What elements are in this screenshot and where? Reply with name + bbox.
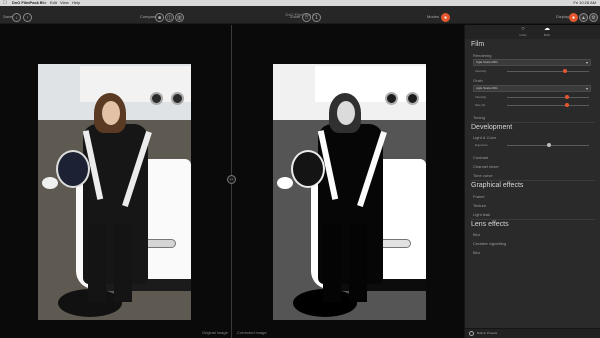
tone-curve-label[interactable]: Tone curve xyxy=(473,173,493,178)
light-leak-label[interactable]: Light leak xyxy=(473,212,490,217)
modes-label: Modes xyxy=(427,14,440,19)
save-icon: ↓ xyxy=(15,14,18,21)
chevron-down-icon: ▾ xyxy=(585,86,588,91)
histogram-icon: ▲ xyxy=(581,14,586,21)
original-image-label: Original image xyxy=(202,330,228,335)
tab-both[interactable]: ☁ Both xyxy=(537,26,557,37)
helmet xyxy=(56,150,90,188)
modes-icon: ● xyxy=(443,14,448,21)
single-view-icon: ■ xyxy=(157,14,162,21)
light-color-label[interactable]: Light & Color xyxy=(473,135,496,140)
corrected-photo xyxy=(273,64,426,320)
settings-button[interactable]: ⚙ xyxy=(589,13,598,22)
export-button[interactable]: ↑ xyxy=(23,13,32,22)
histogram-button[interactable]: ▲ xyxy=(579,13,588,22)
grain-intensity-slider[interactable]: Intensity xyxy=(473,94,591,101)
split-arrows-icon[interactable]: ↔ xyxy=(227,175,236,184)
gear-icon: ⚙ xyxy=(591,14,596,21)
side-by-side-icon: ▥ xyxy=(177,14,182,21)
toning-label[interactable]: Toning xyxy=(473,115,485,120)
compare-label: Compare xyxy=(140,14,157,19)
presets-bar[interactable]: Built-in Presets xyxy=(465,328,600,338)
section-graphical-title[interactable]: Graphical effects xyxy=(471,182,523,189)
channel-mixer-label[interactable]: Channel mixer xyxy=(473,164,499,169)
blur-label-2[interactable]: Blur xyxy=(473,250,480,255)
frame-label[interactable]: Frame xyxy=(473,194,485,199)
zoom-fit-icon: □ xyxy=(304,14,309,21)
corrections-panel: ○ Color ☁ Both Film Rendering Agfa Scala… xyxy=(464,25,600,338)
modes-button[interactable]: ● xyxy=(441,13,450,22)
zoom-100-icon: 1 xyxy=(315,14,318,21)
export-icon: ↑ xyxy=(26,14,29,21)
image-viewer[interactable]: ↔ Original image Corrected image xyxy=(0,25,464,338)
zoom-label: Zoom xyxy=(290,14,301,19)
zoom-100-button[interactable]: 1 xyxy=(312,13,321,22)
toolbar: DxO FilmPack 5 Save ↓ ↑ Compare ■ ◫ ▥ Zo… xyxy=(0,6,600,24)
both-icon: ☁ xyxy=(544,26,550,32)
zoom-fit-button[interactable]: □ xyxy=(302,13,311,22)
rendering-dropdown[interactable]: Agfa Scala 200x ▾ xyxy=(473,59,591,66)
creative-vignetting-label[interactable]: Creative vignetting xyxy=(473,241,506,246)
color-icon: ○ xyxy=(521,26,525,32)
add-preset-icon[interactable] xyxy=(469,331,474,336)
divider xyxy=(471,180,595,181)
slider-knob[interactable] xyxy=(547,143,551,147)
texture-label[interactable]: Texture xyxy=(473,203,486,208)
compare-single-button[interactable]: ■ xyxy=(155,13,164,22)
chevron-down-icon: ▾ xyxy=(585,60,588,65)
tab-color[interactable]: ○ Color xyxy=(513,26,533,37)
slider-knob[interactable] xyxy=(564,103,569,107)
built-in-presets-label[interactable]: Built-in Presets xyxy=(477,331,497,335)
compare-split-button[interactable]: ◫ xyxy=(165,13,174,22)
display-label: Display xyxy=(556,14,570,19)
slider-knob[interactable] xyxy=(564,95,569,99)
section-development-title[interactable]: Development xyxy=(471,124,512,131)
corrected-image-label: Corrected image xyxy=(237,330,267,335)
exposure-slider[interactable]: Exposure xyxy=(473,142,591,149)
rendering-label: Rendering xyxy=(473,53,492,58)
display-button[interactable]: ● xyxy=(569,13,578,22)
section-film-title[interactable]: Film xyxy=(471,41,484,48)
divider xyxy=(471,219,595,220)
panel-tabs: ○ Color ☁ Both xyxy=(465,25,600,39)
original-photo xyxy=(38,64,191,320)
split-view-icon: ◫ xyxy=(167,14,172,21)
blur-label[interactable]: Blur xyxy=(473,232,480,237)
save-label: Save xyxy=(3,14,13,19)
rendering-intensity-slider[interactable]: Intensity xyxy=(473,68,591,75)
grain-size-slider[interactable]: Size (0) xyxy=(473,102,591,109)
slider-knob[interactable] xyxy=(563,69,567,73)
save-button[interactable]: ↓ xyxy=(12,13,21,22)
helmet xyxy=(291,150,325,188)
compare-side-button[interactable]: ▥ xyxy=(175,13,184,22)
contrast-label[interactable]: Contrast xyxy=(473,155,488,160)
grain-label: Grain xyxy=(473,78,483,83)
grain-dropdown[interactable]: Agfa Scala 200x ▾ xyxy=(473,85,591,92)
section-lens-title[interactable]: Lens effects xyxy=(471,221,509,228)
display-icon: ● xyxy=(571,14,576,21)
divider xyxy=(471,122,595,123)
